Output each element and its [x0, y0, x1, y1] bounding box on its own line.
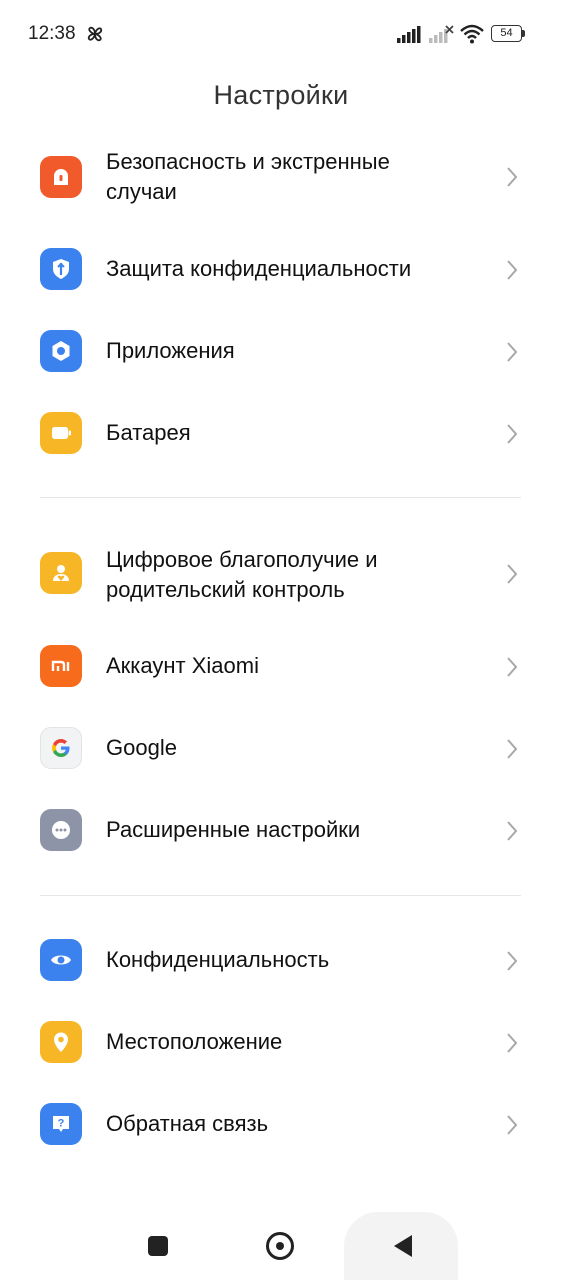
- home-circle-icon[interactable]: [266, 1232, 294, 1260]
- chevron-right-icon: [507, 739, 518, 759]
- signal-icon: [397, 26, 421, 43]
- settings-item-label: Приложения: [106, 338, 235, 363]
- recents-square-icon[interactable]: [148, 1236, 168, 1256]
- section-divider: [40, 895, 521, 896]
- settings-item-label: Расширенные настройки: [106, 817, 361, 842]
- settings-item-apps[interactable]: Приложения: [0, 330, 562, 374]
- battery-cap: [522, 30, 525, 37]
- settings-item-xiaomi-account[interactable]: Аккаунт Xiaomi: [0, 645, 562, 689]
- status-bar: 12:38 54: [0, 0, 562, 66]
- settings-item-battery[interactable]: Батарея: [0, 412, 562, 456]
- xiaomi-logo-icon: [40, 645, 82, 687]
- battery-level: 54: [491, 25, 522, 42]
- settings-item-privacy-protection[interactable]: Защита конфиденциальности: [0, 248, 562, 292]
- privacy-shield-icon: [40, 248, 82, 290]
- settings-item-advanced[interactable]: Расширенные настройки: [0, 809, 562, 853]
- clock: 12:38: [28, 23, 76, 44]
- google-logo-icon: [40, 727, 82, 769]
- eye-icon: [40, 939, 82, 981]
- chevron-right-icon: [507, 260, 518, 280]
- settings-item-label: Батарея: [106, 420, 191, 445]
- settings-item-google[interactable]: Google: [0, 727, 562, 771]
- chevron-right-icon: [507, 1115, 518, 1135]
- settings-item-label: Google: [106, 735, 177, 760]
- page-title: Настройки: [213, 80, 349, 110]
- chevron-right-icon: [507, 342, 518, 362]
- chevron-right-icon: [507, 951, 518, 971]
- home-dot: [276, 1242, 284, 1250]
- chevron-right-icon: [507, 564, 518, 584]
- settings-item-feedback[interactable]: ? Обратная связь: [0, 1103, 562, 1147]
- svg-text:?: ?: [58, 1118, 65, 1130]
- chevron-right-icon: [507, 1033, 518, 1053]
- settings-item-label: Обратная связь: [106, 1111, 269, 1136]
- more-dots-icon: [40, 809, 82, 851]
- wifi-icon: [460, 24, 484, 44]
- settings-item-digital-wellbeing[interactable]: Цифровое благополучие и родительский кон…: [0, 547, 562, 608]
- chevron-right-icon: [507, 657, 518, 677]
- emergency-icon: [40, 156, 82, 198]
- apps-gear-icon: [40, 330, 82, 372]
- settings-item-label: Местоположение: [106, 1029, 283, 1054]
- settings-item-safety[interactable]: Безопасность и экстренные случаи: [0, 149, 562, 210]
- location-pin-icon: [40, 1021, 82, 1063]
- settings-item-label: Аккаунт Xiaomi: [106, 653, 259, 678]
- wellbeing-icon: [40, 552, 82, 594]
- chevron-right-icon: [507, 424, 518, 444]
- settings-item-label: Защита конфиденциальности: [106, 256, 412, 281]
- settings-item-label: Безопасность и экстренные случаи: [106, 149, 390, 204]
- battery-icon: [40, 412, 82, 454]
- chevron-right-icon: [507, 167, 518, 187]
- settings-item-privacy[interactable]: Конфиденциальность: [0, 939, 562, 983]
- chevron-right-icon: [507, 821, 518, 841]
- back-triangle-icon[interactable]: [392, 1233, 414, 1259]
- battery-status: 54: [491, 25, 525, 42]
- feedback-icon: ?: [40, 1103, 82, 1145]
- pinwheel-icon: [87, 26, 103, 42]
- settings-item-label: Цифровое благополучие и родительский кон…: [106, 547, 378, 602]
- signal-x-icon: [429, 25, 454, 43]
- section-divider: [40, 497, 521, 498]
- settings-item-label: Конфиденциальность: [106, 947, 330, 972]
- settings-item-location[interactable]: Местоположение: [0, 1021, 562, 1065]
